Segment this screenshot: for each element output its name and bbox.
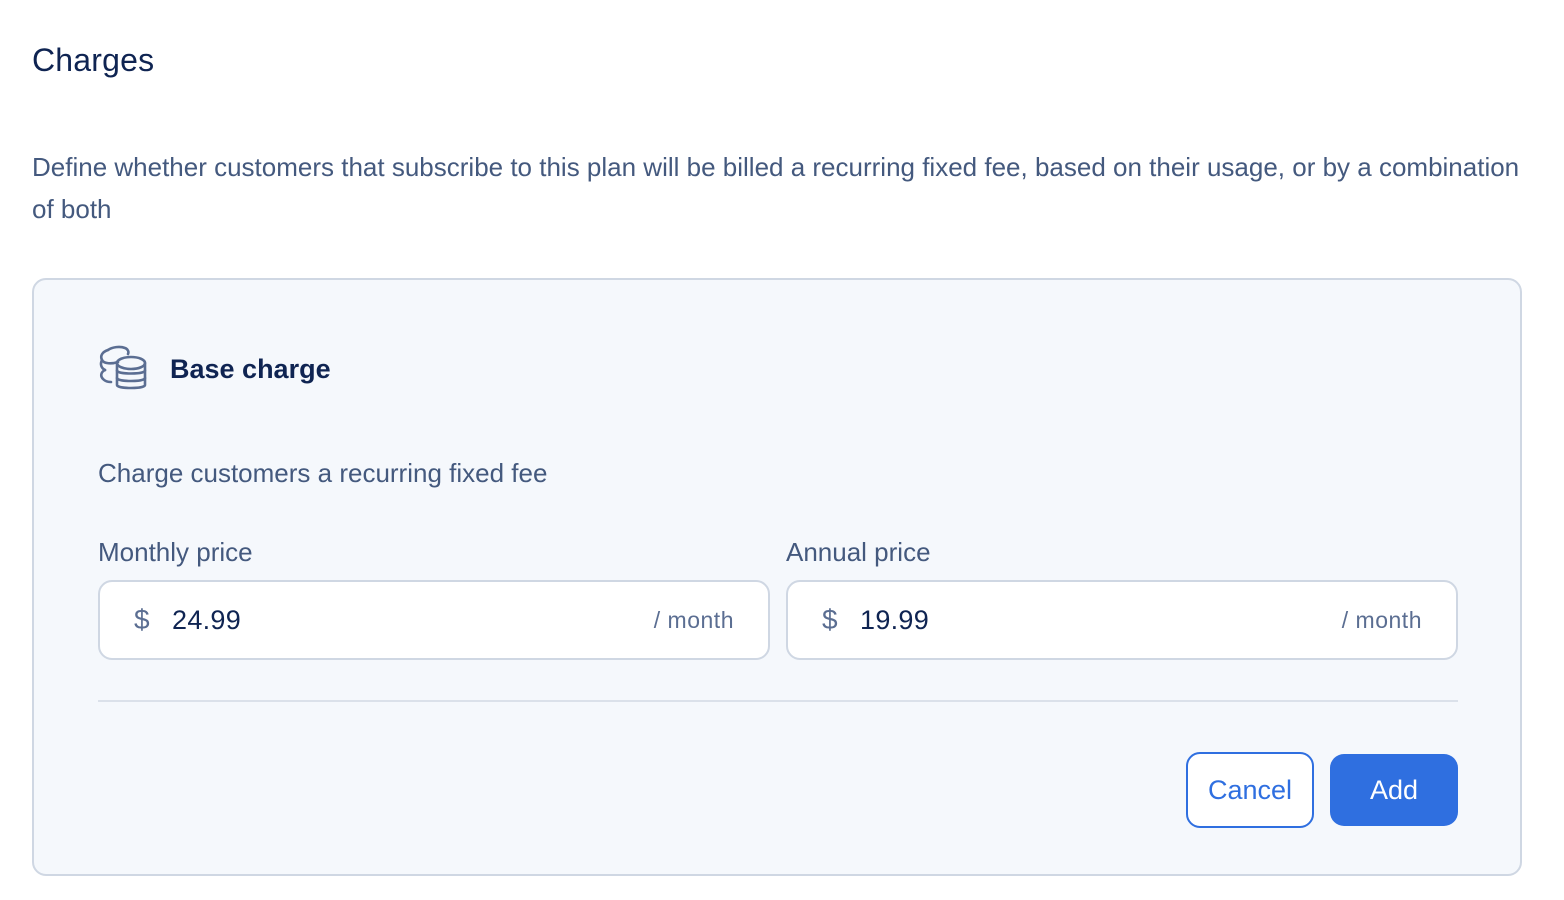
- dollar-icon: $: [822, 604, 838, 635]
- base-charge-card: Base charge Charge customers a recurring…: [32, 278, 1522, 876]
- monthly-price-suffix: / month: [653, 606, 734, 633]
- section-title: Charges: [32, 42, 155, 78]
- section-description: Define whether customers that subscribe …: [32, 152, 1520, 224]
- add-button[interactable]: Add: [1330, 754, 1458, 826]
- card-header: Base charge: [98, 344, 331, 394]
- annual-price-value[interactable]: 19.99: [860, 605, 1342, 636]
- divider: [98, 700, 1458, 702]
- coins-icon: [98, 344, 148, 394]
- card-title: Base charge: [170, 353, 331, 384]
- annual-price-suffix: / month: [1341, 606, 1422, 633]
- monthly-price-input[interactable]: $ 24.99 / month: [98, 580, 770, 660]
- annual-price-field: Annual price $ 19.99 / month: [786, 532, 1458, 660]
- cancel-button[interactable]: Cancel: [1186, 752, 1314, 828]
- card-description: Charge customers a recurring fixed fee: [98, 458, 548, 488]
- monthly-price-field: Monthly price $ 24.99 / month: [98, 532, 770, 660]
- monthly-price-value[interactable]: 24.99: [172, 605, 654, 636]
- dollar-icon: $: [134, 604, 150, 635]
- charges-page: Charges Define whether customers that su…: [0, 0, 1564, 900]
- monthly-price-label: Monthly price: [98, 537, 253, 567]
- annual-price-input[interactable]: $ 19.99 / month: [786, 580, 1458, 660]
- annual-price-label: Annual price: [786, 537, 931, 567]
